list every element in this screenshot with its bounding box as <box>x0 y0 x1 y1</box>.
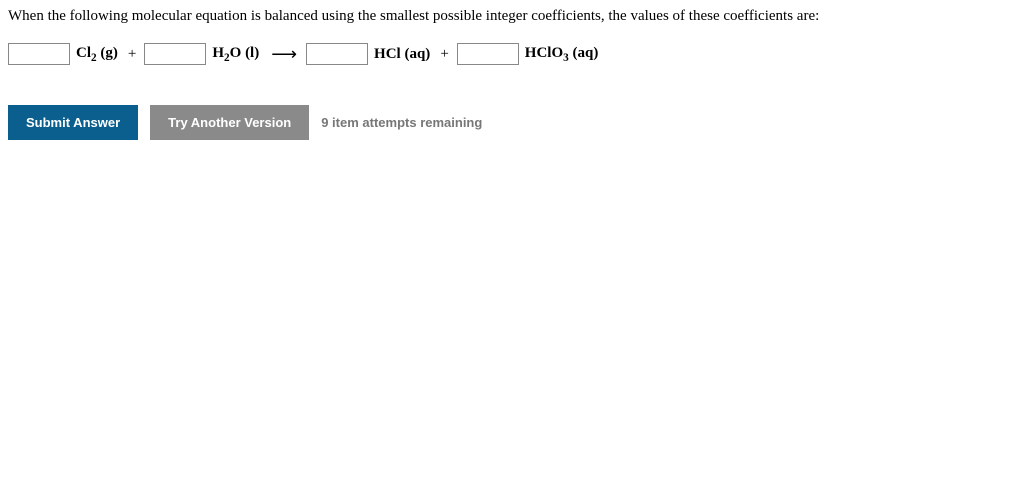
formula-text: HClO <box>525 45 563 61</box>
formula-cl2: Cl2 (g) <box>76 45 118 64</box>
coefficient-input-3[interactable] <box>306 43 368 65</box>
plus-2: + <box>440 46 448 63</box>
try-another-version-button[interactable]: Try Another Version <box>150 105 309 140</box>
formula-state: (aq) <box>569 45 599 61</box>
coefficient-input-1[interactable] <box>8 43 70 65</box>
formula-text: O <box>230 45 242 61</box>
formula-state: (l) <box>241 45 259 61</box>
action-row: Submit Answer Try Another Version 9 item… <box>8 105 1003 140</box>
coefficient-input-4[interactable] <box>457 43 519 65</box>
formula-hcl: HCl (aq) <box>374 46 430 63</box>
formula-state: (aq) <box>401 46 431 62</box>
submit-answer-button[interactable]: Submit Answer <box>8 105 138 140</box>
formula-state: (g) <box>97 45 118 61</box>
question-prompt: When the following molecular equation is… <box>8 8 1003 25</box>
formula-text: H <box>212 45 224 61</box>
coefficient-input-2[interactable] <box>144 43 206 65</box>
attempts-remaining: 9 item attempts remaining <box>321 115 482 130</box>
formula-h2o: H2O (l) <box>212 45 259 64</box>
formula-text: HCl <box>374 46 401 62</box>
equation-row: Cl2 (g) + H2O (l) ⟶ HCl (aq) + HClO3 (aq… <box>8 43 1003 65</box>
formula-hclo3: HClO3 (aq) <box>525 45 599 64</box>
reaction-arrow-icon: ⟶ <box>271 44 296 65</box>
formula-text: Cl <box>76 45 91 61</box>
plus-1: + <box>128 46 136 63</box>
